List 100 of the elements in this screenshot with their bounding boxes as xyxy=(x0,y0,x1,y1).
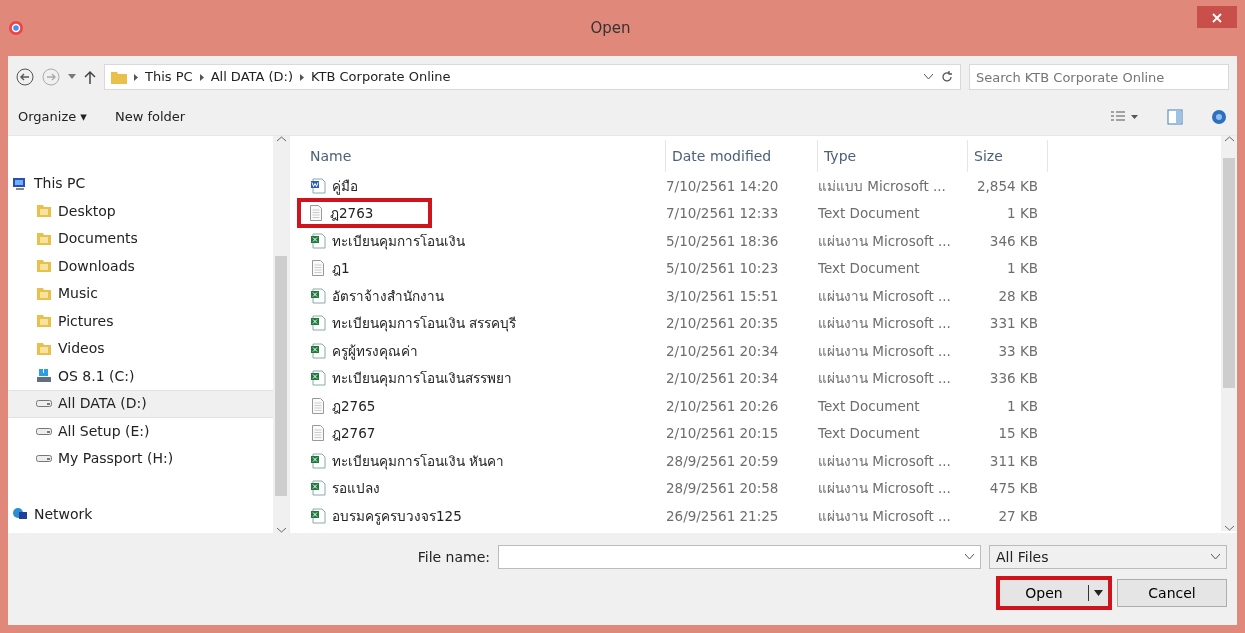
back-icon[interactable] xyxy=(16,68,34,86)
computer-icon xyxy=(12,175,28,192)
app-icon xyxy=(8,20,24,36)
column-header[interactable]: Size xyxy=(968,140,1048,172)
file-name[interactable]: ฎ2763 xyxy=(330,203,374,224)
nav-item[interactable]: This PC xyxy=(8,170,273,198)
organize-menu[interactable]: Organize ▾ xyxy=(18,106,87,127)
modified-date: 3/10/2561 15:51 xyxy=(666,286,780,306)
cancel-button[interactable]: Cancel xyxy=(1117,579,1227,607)
scroll-down-icon[interactable] xyxy=(1224,525,1234,531)
nav-item[interactable]: Desktop xyxy=(8,197,273,225)
up-icon[interactable] xyxy=(84,70,96,84)
text-file-icon xyxy=(308,205,324,222)
file-name[interactable]: ฎ2767 xyxy=(332,423,376,444)
dropdown-icon xyxy=(965,554,974,560)
nav-item[interactable]: Pictures xyxy=(8,307,273,335)
close-icon xyxy=(1212,13,1222,23)
file-size: 2,854 KB xyxy=(975,176,1038,196)
folder-icon xyxy=(36,340,52,357)
scrollbar[interactable] xyxy=(273,136,289,533)
nav-item[interactable]: All DATA (D:) xyxy=(8,390,273,418)
file-name[interactable]: อัตราจ้างสำนักงาน xyxy=(332,285,444,306)
scroll-up-icon[interactable] xyxy=(276,136,286,142)
dropdown-icon[interactable] xyxy=(68,74,76,80)
file-name[interactable]: ฎ2765 xyxy=(332,395,376,416)
view-options-icon[interactable] xyxy=(1111,110,1139,123)
modified-date: 5/10/2561 10:23 xyxy=(666,259,780,279)
nav-item[interactable]: Documents xyxy=(8,225,273,253)
spreadsheet-file-icon xyxy=(310,287,326,304)
file-type: Text Document xyxy=(818,396,921,416)
nav-item[interactable]: My Passport (H:) xyxy=(8,445,273,473)
chevron-icon xyxy=(300,73,305,81)
modified-date: 7/10/2561 14:20 xyxy=(666,176,780,196)
nav-item[interactable]: Videos xyxy=(8,335,273,363)
nav-item[interactable]: Network xyxy=(8,500,273,528)
help-icon[interactable] xyxy=(1211,108,1227,125)
scroll-up-icon[interactable] xyxy=(1224,136,1234,142)
file-type-dropdown[interactable]: All Files xyxy=(989,545,1227,569)
address-bar[interactable]: This PC All DATA (D:) KTB Corporate Online xyxy=(104,64,961,90)
folder-icon xyxy=(36,203,52,220)
spreadsheet-file-icon xyxy=(310,480,326,497)
chevron-icon xyxy=(134,73,138,81)
file-type: แม่แบบ Microsoft ... xyxy=(818,176,947,196)
nav-item[interactable]: All Setup (E:) xyxy=(8,417,273,445)
scroll-down-icon[interactable] xyxy=(276,527,286,533)
file-type: แผ่นงาน Microsoft ... xyxy=(818,314,952,334)
file-name-field[interactable] xyxy=(498,545,981,569)
drive-icon xyxy=(36,368,52,385)
spreadsheet-file-icon xyxy=(310,342,326,359)
nav-item[interactable]: OS 8.1 (C:) xyxy=(8,362,273,390)
nav-item[interactable]: Downloads xyxy=(8,252,273,280)
spreadsheet-file-icon xyxy=(310,507,326,524)
file-size: 1 KB xyxy=(1006,204,1038,224)
file-type: แผ่นงาน Microsoft ... xyxy=(818,506,952,526)
text-file-icon xyxy=(310,425,326,442)
chevron-icon xyxy=(199,73,204,81)
file-size: 331 KB xyxy=(988,314,1038,334)
modified-date: 2/10/2561 20:34 xyxy=(666,369,780,389)
breadcrumb-link[interactable]: This PC xyxy=(145,67,193,87)
file-type: Text Document xyxy=(818,424,921,444)
file-name[interactable]: ทะเบียนคุมการโอนเงินสรรพยา xyxy=(332,368,512,389)
modified-date: 26/9/2561 21:25 xyxy=(666,506,780,526)
file-type: Text Document xyxy=(818,259,921,279)
nav-item[interactable]: Music xyxy=(8,280,273,308)
file-name[interactable]: ทะเบียนคุมการโอนเงิน xyxy=(332,230,465,251)
search-field[interactable]: Search KTB Corporate Online xyxy=(969,64,1229,90)
column-header[interactable]: Date modified xyxy=(666,140,818,172)
modified-date: 2/10/2561 20:15 xyxy=(666,424,780,444)
file-type: แผ่นงาน Microsoft ... xyxy=(818,286,952,306)
file-name[interactable]: ทะเบียนคุมการโอนเงิน สรรคบุรี xyxy=(332,313,517,334)
column-header[interactable]: Name xyxy=(304,140,666,172)
window-title: Open xyxy=(589,17,632,39)
file-size: 28 KB xyxy=(997,286,1038,306)
file-name-label: File name: xyxy=(417,547,490,567)
close-button[interactable] xyxy=(1197,6,1237,28)
dropdown-icon[interactable] xyxy=(924,74,933,80)
spreadsheet-file-icon xyxy=(310,370,326,387)
open-button[interactable]: Open xyxy=(999,579,1109,607)
folder-icon xyxy=(111,70,127,84)
file-type: แผ่นงาน Microsoft ... xyxy=(818,479,952,499)
file-type: Text Document xyxy=(818,204,921,224)
file-name[interactable]: ทะเบียนคุมการโอนเงิน หันคา xyxy=(332,450,505,471)
scrollbar[interactable] xyxy=(1221,136,1237,531)
new-folder-button[interactable]: New folder xyxy=(114,106,186,127)
breadcrumb-link[interactable]: KTB Corporate Online xyxy=(311,67,451,87)
spreadsheet-file-icon xyxy=(310,315,326,332)
column-header[interactable]: Type xyxy=(818,140,968,172)
file-type: แผ่นงาน Microsoft ... xyxy=(818,451,952,471)
file-size: 1 KB xyxy=(1006,396,1038,416)
file-size: 1 KB xyxy=(1006,259,1038,279)
spreadsheet-file-icon xyxy=(310,452,326,469)
file-name[interactable]: รอแปลง xyxy=(332,478,380,499)
refresh-icon[interactable] xyxy=(940,70,954,84)
file-name[interactable]: คู่มือ xyxy=(332,175,358,196)
file-name[interactable]: ฎ1 xyxy=(332,258,350,279)
text-file-icon xyxy=(310,397,326,414)
file-name[interactable]: อบรมครูครบวงจร125 xyxy=(332,505,462,526)
breadcrumb-link[interactable]: All DATA (D:) xyxy=(210,67,294,87)
file-type: แผ่นงาน Microsoft ... xyxy=(818,369,952,389)
file-name[interactable]: ครูผู้ทรงคุณค่า xyxy=(332,340,418,361)
